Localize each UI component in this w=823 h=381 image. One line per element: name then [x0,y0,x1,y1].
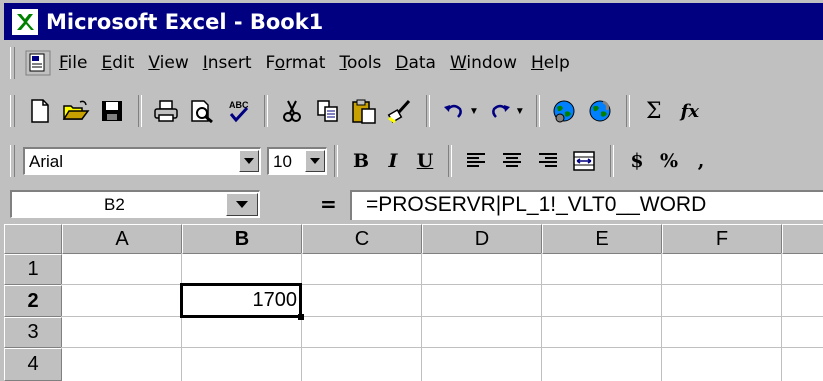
menu-bar: File Edit View Insert Format Tools Data … [4,42,823,84]
chevron-down-icon [244,158,254,164]
cut-icon[interactable] [275,94,309,128]
print-icon[interactable] [149,94,183,128]
column-header-d[interactable]: D [422,224,542,254]
font-name-select[interactable]: Arial [23,147,261,175]
window-title: Microsoft Excel - Book1 [46,9,324,34]
gridline [421,253,422,381]
gridline [61,347,823,348]
save-icon[interactable] [95,94,129,128]
toolbar-separator [426,95,430,127]
format-painter-icon[interactable] [383,94,417,128]
font-dropdown-button[interactable] [239,150,259,172]
cell-b2-value: 1700 [252,289,298,311]
font-name-value: Arial [29,151,64,171]
web-toolbar-icon[interactable] [547,94,581,128]
menu-help[interactable]: Help [531,53,570,73]
select-all-corner[interactable] [4,224,62,254]
chevron-down-icon [310,158,320,164]
undo-icon[interactable] [437,94,471,128]
row-header-4[interactable]: 4 [4,348,62,381]
row-header-3[interactable]: 3 [4,317,62,348]
menu-insert[interactable]: Insert [203,53,252,73]
menu-window[interactable]: Window [450,53,517,73]
name-box[interactable]: B2 [10,190,260,218]
title-bar[interactable]: Microsoft Excel - Book1 [4,3,823,40]
gridline [61,284,823,285]
workbook-control-icon[interactable] [23,48,53,78]
menubar-grip[interactable] [10,47,15,79]
formula-input[interactable]: =PROSERVR|PL_1!_VLT0__WORD [350,190,823,220]
standard-toolbar: ABC ▼ ▼ Σ fx [4,88,823,134]
open-icon[interactable] [59,94,93,128]
undo-dropdown-icon[interactable]: ▼ [469,106,479,117]
paste-icon[interactable] [347,94,381,128]
row-header-1[interactable]: 1 [4,254,62,285]
underline-button[interactable]: U [409,145,441,177]
column-header-b[interactable]: B [182,224,302,254]
font-size-dropdown-button[interactable] [305,150,325,172]
redo-icon[interactable] [483,94,517,128]
column-header-f[interactable]: F [662,224,782,254]
edit-formula-button[interactable]: = [320,192,337,216]
paste-function-icon[interactable]: fx [673,94,707,128]
fmt-toolbar-grip[interactable] [10,145,15,177]
italic-button[interactable]: I [377,145,409,177]
menu-tools[interactable]: Tools [339,53,381,73]
hyperlink-icon[interactable] [583,94,617,128]
font-size-value: 10 [273,151,292,171]
font-size-select[interactable]: 10 [267,147,327,175]
toolbar-separator [334,145,338,177]
column-header-g[interactable] [782,224,823,254]
print-preview-icon[interactable] [185,94,219,128]
copy-icon[interactable] [311,94,345,128]
gridline [661,253,662,381]
comma-button[interactable]: , [685,145,717,177]
formula-bar: B2 = =PROSERVR|PL_1!_VLT0__WORD [4,188,823,222]
formatting-toolbar: Arial 10 B I U $ % , [4,138,823,184]
worksheet-grid: A B C D E F 1 2 3 4 1700 [4,224,823,381]
currency-button[interactable]: $ [621,145,653,177]
toolbar-separator [610,145,614,177]
column-header-e[interactable]: E [542,224,662,254]
toolbar-separator [138,95,142,127]
toolbar-separator [448,145,452,177]
menu-format[interactable]: Format [266,53,326,73]
cell-b2[interactable]: 1700 [180,283,302,318]
new-icon[interactable] [23,94,57,128]
name-box-value: B2 [104,195,125,214]
toolbar-separator [264,95,268,127]
menu-edit[interactable]: Edit [101,53,134,73]
redo-dropdown-icon[interactable]: ▼ [515,106,525,117]
fill-handle[interactable] [298,314,304,320]
menu-view[interactable]: View [148,53,188,73]
autosum-icon[interactable]: Σ [637,94,671,128]
chevron-down-icon [236,201,248,208]
merge-center-icon[interactable] [567,144,601,178]
excel-app-icon[interactable] [12,8,38,35]
excel-window: Microsoft Excel - Book1 File Edit View I… [0,0,823,381]
gridline [541,253,542,381]
toolbar-grip[interactable] [10,95,15,127]
gridline [781,253,782,381]
column-header-c[interactable]: C [302,224,422,254]
column-header-a[interactable]: A [62,224,182,254]
row-header-2[interactable]: 2 [4,285,62,317]
name-box-dropdown-button[interactable] [226,193,258,216]
formula-text: =PROSERVR|PL_1!_VLT0__WORD [366,193,707,216]
gridline [61,316,823,317]
spelling-icon[interactable]: ABC [221,94,255,128]
align-right-icon[interactable] [531,144,565,178]
align-left-icon[interactable] [459,144,493,178]
toolbar-separator [535,95,540,127]
align-center-icon[interactable] [495,144,529,178]
menu-data[interactable]: Data [395,53,436,73]
menu-file[interactable]: File [59,53,87,73]
toolbar-separator [625,95,630,127]
percent-button[interactable]: % [653,145,685,177]
bold-button[interactable]: B [345,145,377,177]
